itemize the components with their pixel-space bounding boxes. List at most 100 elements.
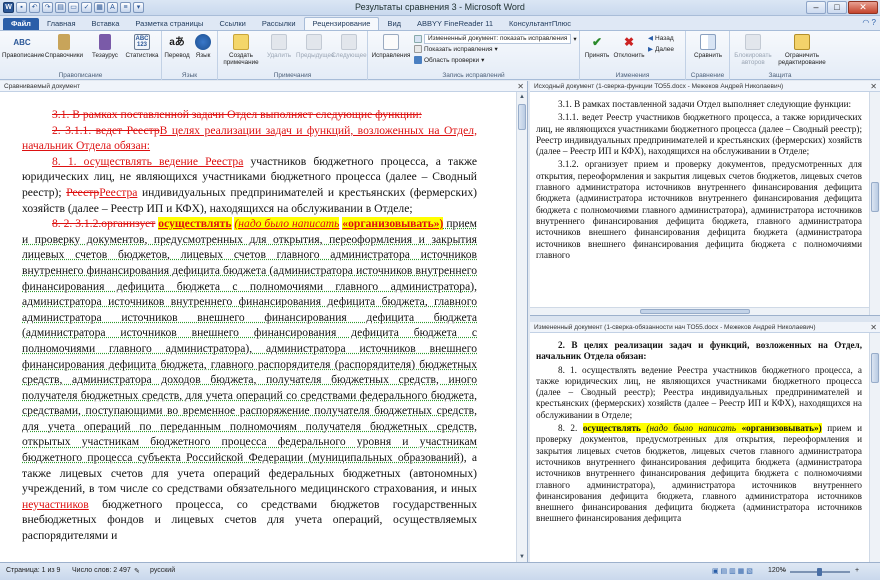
table-icon[interactable]: ▦: [94, 2, 105, 13]
formatted-text: прием и проверку документов, предусмотре…: [22, 217, 478, 465]
tab-mailings[interactable]: Рассылки: [254, 18, 304, 30]
review-pane-button[interactable]: Область проверки ▾: [414, 56, 484, 64]
block-authors-button[interactable]: Блокировать авторов: [732, 34, 774, 66]
redo-icon[interactable]: ↷: [42, 2, 53, 13]
reject-button[interactable]: ✖ Отклонить: [612, 34, 646, 60]
close-button[interactable]: ✕: [848, 1, 878, 14]
zoom-out-icon[interactable]: –: [782, 567, 786, 574]
highlighted-text: осуществлять: [582, 423, 641, 434]
tab-view[interactable]: Вид: [379, 18, 409, 30]
group-label-proofing: Правописание: [58, 72, 103, 79]
reject-label: Отклонить: [613, 52, 645, 59]
tab-consultant[interactable]: КонсультантПлюс: [501, 18, 579, 30]
tab-review[interactable]: Рецензирование: [303, 17, 380, 30]
prev-change-button[interactable]: ◀ Назад: [648, 34, 674, 43]
compared-document-pane[interactable]: Сравниваемый документ ✕ 3.1. В рамках по…: [0, 81, 528, 562]
spellcheck-status-icon[interactable]: ✎: [134, 567, 140, 575]
tab-insert[interactable]: Вставка: [84, 18, 128, 30]
maximize-button[interactable]: □: [827, 1, 847, 14]
revised-document-scrollbar[interactable]: [869, 333, 880, 562]
show-markup-button[interactable]: Показать исправления ▾: [414, 45, 498, 53]
restrict-editing-button[interactable]: Ограничить редактирование: [776, 34, 828, 66]
minimize-button[interactable]: –: [806, 1, 826, 14]
spelling-button[interactable]: ABC Правописание: [2, 34, 44, 59]
abc123-icon: ABC 123: [134, 34, 150, 50]
scroll-down-icon[interactable]: ▼: [517, 552, 527, 562]
lock-icon: [794, 34, 810, 50]
thesaurus-button[interactable]: Тезаурус: [88, 34, 122, 59]
page-indicator[interactable]: Страница: 1 из 9: [6, 567, 60, 574]
next-change-button[interactable]: ▶ Далее: [648, 45, 674, 54]
word-app-icon[interactable]: W: [3, 2, 14, 13]
list-icon[interactable]: ≡: [120, 2, 131, 13]
print-icon[interactable]: ▤: [55, 2, 66, 13]
close-pane-icon[interactable]: ✕: [517, 81, 524, 92]
group-language: aあ Перевод Язык Язык: [162, 31, 218, 80]
undo-icon[interactable]: ↶: [29, 2, 40, 13]
review-pane-icon: [414, 56, 422, 64]
tab-references[interactable]: Ссылки: [211, 18, 253, 30]
close-pane-icon[interactable]: ✕: [870, 322, 877, 333]
format-icon[interactable]: A: [107, 2, 118, 13]
display-mode-dropdown[interactable]: Измененный документ: показать исправлени…: [414, 34, 577, 44]
item-number: 8. 2.: [558, 423, 583, 434]
tab-page-layout[interactable]: Разметка страницы: [127, 18, 211, 30]
zoom-slider-knob[interactable]: [817, 568, 822, 576]
delete-comment-button[interactable]: Удалить: [262, 34, 296, 59]
revised-document-pane[interactable]: Измененный документ (1-сверка-обязанност…: [530, 322, 880, 562]
scroll-up-icon[interactable]: ▲: [517, 92, 527, 102]
new-comment-label: Создать примечание: [223, 52, 259, 66]
original-document-pane[interactable]: Исходный документ (1-сверка-функции ТО55…: [530, 81, 880, 316]
tab-home[interactable]: Главная: [39, 18, 84, 30]
show-markup-arrow-icon: ▾: [494, 46, 498, 53]
close-pane-icon[interactable]: ✕: [870, 81, 877, 92]
zoom-slider[interactable]: [790, 568, 850, 576]
paragraph-1: 3.1. В рамках поставленной задачи Отдел …: [22, 107, 477, 123]
highlighted-inserted-text: «организовывать»): [342, 217, 444, 231]
reject-icon: ✖: [623, 34, 635, 49]
next-comment-icon: [341, 34, 357, 50]
hscroll-thumb[interactable]: [640, 309, 750, 314]
word-count[interactable]: Число слов: 2 497: [72, 567, 131, 574]
group-compare: Сравнить Сравнение: [686, 31, 730, 80]
view-buttons-icon[interactable]: ▣ ▤ ▥ ▦ ▧: [712, 567, 753, 575]
track-changes-button[interactable]: Исправления: [370, 34, 412, 59]
group-label-tracking: Запись исправлений: [442, 72, 505, 79]
compared-document-scrollbar[interactable]: ▲ ▼: [516, 92, 527, 562]
language-indicator[interactable]: русский: [150, 567, 175, 574]
help-icon[interactable]: ◠ ?: [862, 18, 876, 27]
translate-button[interactable]: aあ Перевод: [164, 34, 190, 59]
original-document-body[interactable]: 3.1. В рамках поставленной задачи Отдел …: [536, 99, 862, 263]
next-comment-button[interactable]: Следующее: [331, 34, 367, 59]
language-button[interactable]: Язык: [191, 34, 215, 59]
tab-file[interactable]: Файл: [3, 18, 39, 30]
spellcheck-icon[interactable]: ✓: [81, 2, 92, 13]
revised-document-body[interactable]: 2. В целях реализации задач и функций, в…: [536, 340, 862, 527]
quick-access-toolbar: W ▪ ↶ ↷ ▤ ▭ ✓ ▦ A ≡ ▾: [3, 2, 144, 13]
paragraph: 8. 2. осуществлять (надо было написать «…: [536, 423, 862, 525]
scroll-thumb[interactable]: [871, 353, 879, 383]
research-button[interactable]: Справочники: [42, 34, 86, 59]
original-document-title: Исходный документ (1-сверка-функции ТО55…: [534, 83, 784, 90]
scroll-thumb[interactable]: [518, 104, 526, 130]
new-comment-button[interactable]: Создать примечание: [222, 34, 260, 66]
compared-document-body[interactable]: 3.1. В рамках поставленной задачи Отдел …: [22, 107, 477, 544]
save-icon[interactable]: ▪: [16, 2, 27, 13]
accept-button[interactable]: ✔ Принять: [582, 34, 612, 60]
delete-comment-label: Удалить: [266, 52, 292, 59]
zoom-in-icon[interactable]: +: [855, 567, 859, 574]
display-mode-value: Измененный документ: показать исправлени…: [424, 34, 572, 44]
open-icon[interactable]: ▭: [68, 2, 79, 13]
compare-button[interactable]: Сравнить: [690, 34, 726, 59]
original-document-hscrollbar[interactable]: [530, 307, 869, 315]
compared-document-header: Сравниваемый документ ✕: [0, 81, 527, 92]
word-count-button[interactable]: ABC 123 Статистика: [124, 34, 160, 59]
restrict-editing-label: Ограничить редактирование: [778, 52, 826, 66]
prev-comment-button[interactable]: Предыдущее: [296, 34, 335, 59]
tab-abbyy[interactable]: ABBYY FineReader 11: [409, 18, 501, 30]
group-label-changes: Изменения: [615, 72, 650, 79]
customize-toolbar-icon[interactable]: ▾: [133, 2, 144, 13]
scroll-thumb[interactable]: [871, 182, 879, 212]
revised-document-title: Измененный документ (1-сверка-обязанност…: [534, 324, 816, 331]
original-document-scrollbar[interactable]: [869, 92, 880, 315]
